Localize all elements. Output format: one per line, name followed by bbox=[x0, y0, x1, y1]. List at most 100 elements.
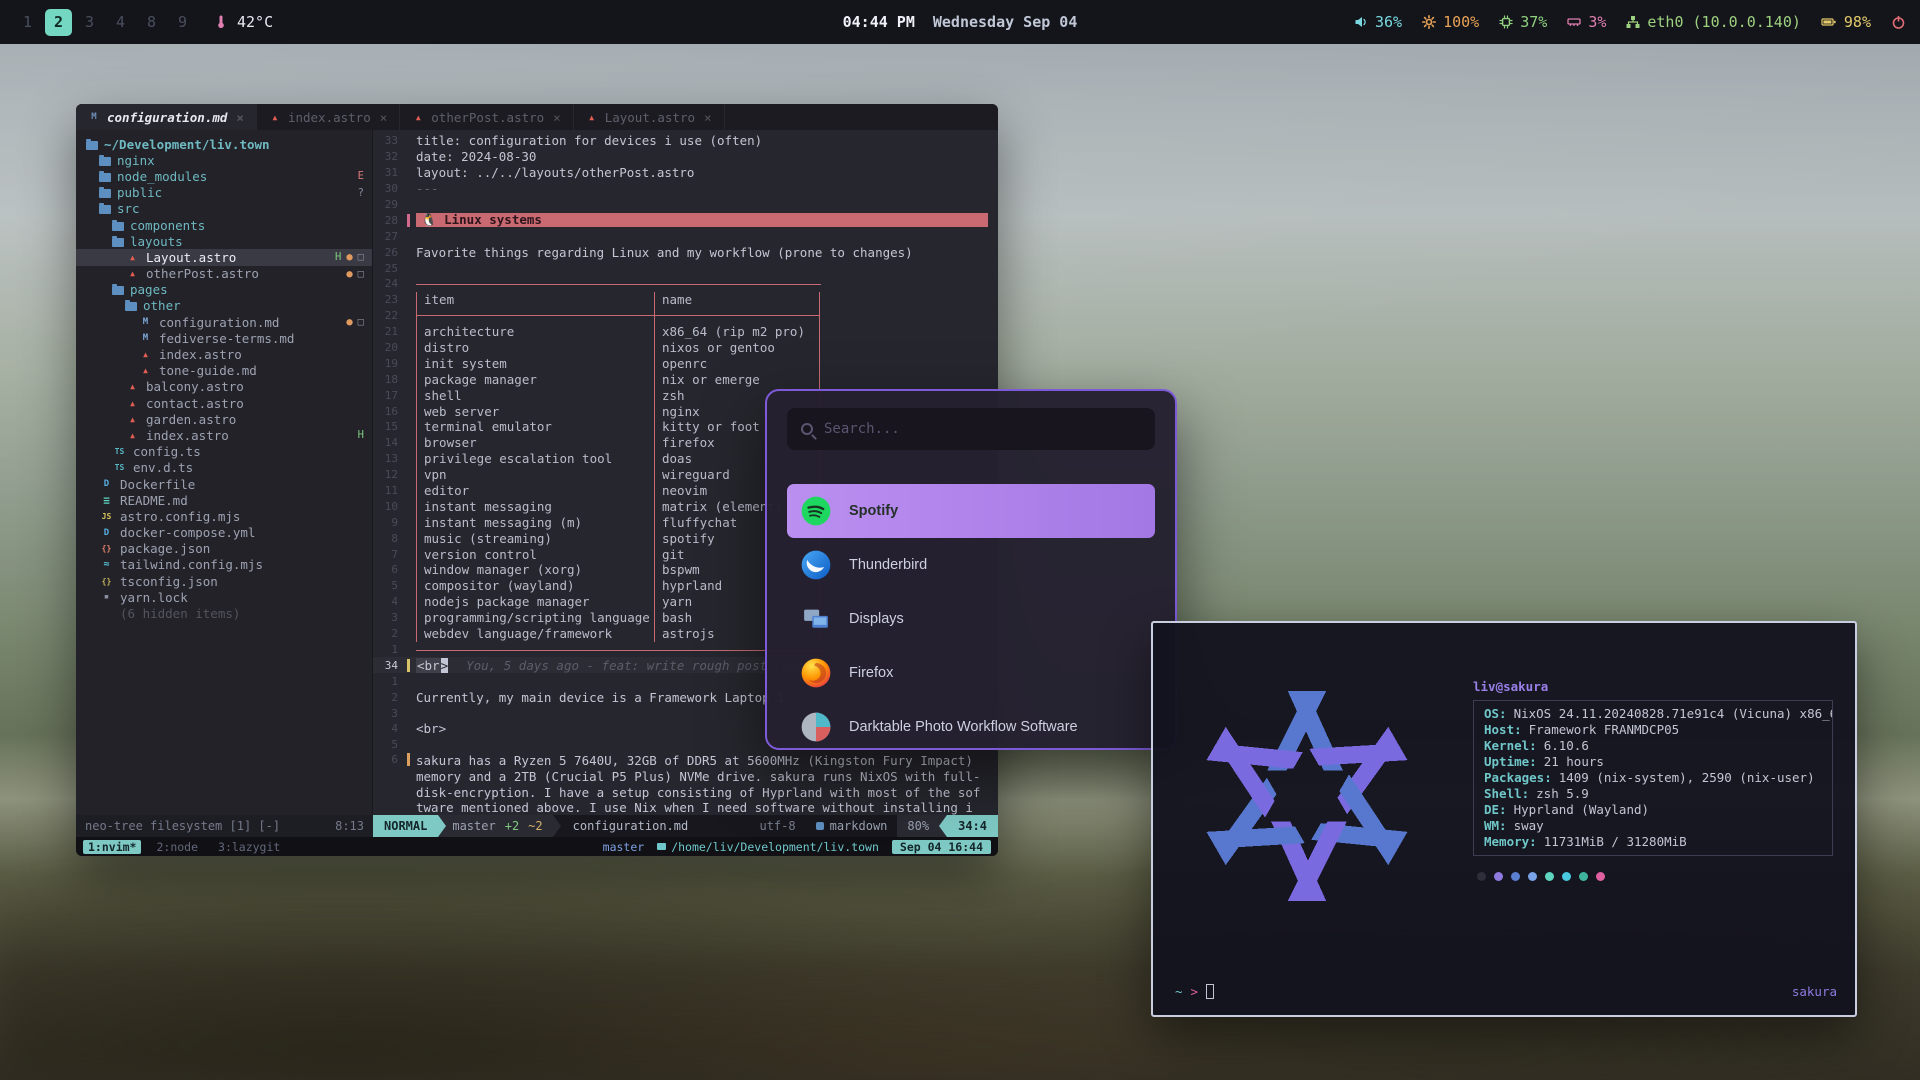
launcher-item-thunderbird[interactable]: Thunderbird bbox=[787, 538, 1155, 592]
tab-close-icon[interactable]: × bbox=[236, 110, 244, 125]
tree-item[interactable]: balcony.astro bbox=[76, 379, 372, 395]
tmux-right: master /home/liv/Development/liv.town Se… bbox=[603, 840, 991, 854]
buffer-line: 25 bbox=[373, 260, 998, 276]
neo-tree-panel[interactable]: ~/Development/liv.town nginx node_module… bbox=[76, 130, 373, 815]
table-cell-item: architecture bbox=[416, 324, 654, 340]
tree-item[interactable]: public ? bbox=[76, 185, 372, 201]
brightness-module[interactable]: 100% bbox=[1422, 13, 1479, 31]
tab-close-icon[interactable]: × bbox=[704, 110, 712, 125]
tree-item[interactable]: contact.astro bbox=[76, 395, 372, 411]
workspace-button[interactable]: 1 bbox=[14, 9, 41, 36]
tree-item[interactable]: otherPost.astro ●□ bbox=[76, 266, 372, 282]
darktable-icon bbox=[801, 712, 831, 742]
tree-item[interactable]: layouts bbox=[76, 233, 372, 249]
tree-item[interactable]: index.astro H bbox=[76, 427, 372, 443]
memory-module[interactable]: 3% bbox=[1567, 13, 1606, 31]
tree-item[interactable]: docker-compose.yml bbox=[76, 525, 372, 541]
tree-item[interactable]: astro.config.mjs bbox=[76, 508, 372, 524]
file-icon bbox=[99, 543, 114, 554]
launcher-item-darktable[interactable]: Darktable Photo Workflow Software bbox=[787, 700, 1155, 750]
workspace-button[interactable]: 8 bbox=[138, 9, 165, 36]
thermometer-icon bbox=[214, 15, 228, 29]
table-cell-item: instant messaging (m) bbox=[416, 514, 654, 530]
line-number: 22 bbox=[373, 309, 407, 322]
tree-item[interactable]: garden.astro bbox=[76, 411, 372, 427]
git-blame-text: You, 5 days ago - feat: write rough post… bbox=[448, 658, 812, 673]
file-icon bbox=[99, 479, 114, 490]
tree-item-label: (6 hidden items) bbox=[120, 606, 240, 621]
git-branch-label: master bbox=[452, 819, 495, 833]
editor-tab[interactable]: Layout.astro × bbox=[574, 104, 725, 130]
battery-module[interactable]: 98% bbox=[1821, 13, 1871, 31]
network-module[interactable]: eth0 (10.0.0.140) bbox=[1626, 13, 1801, 31]
workspace-button[interactable]: 2 bbox=[45, 9, 72, 36]
file-icon bbox=[99, 608, 114, 619]
statusline-right: utf-8 markdown 80% 34:4 bbox=[749, 815, 998, 837]
fastfetch-key: Host: bbox=[1484, 722, 1522, 738]
tree-item[interactable]: yarn.lock bbox=[76, 589, 372, 605]
table-separator-cell bbox=[416, 308, 654, 324]
tree-item[interactable]: README.md bbox=[76, 492, 372, 508]
git-status-badges: H bbox=[358, 429, 364, 441]
tmux-window-tab[interactable]: 3:lazygit bbox=[213, 840, 285, 854]
tree-item-label: configuration.md bbox=[159, 315, 279, 330]
tree-item[interactable]: Layout.astro H●□ bbox=[76, 249, 372, 265]
line-number: 19 bbox=[373, 357, 407, 370]
tree-item[interactable]: tsconfig.json bbox=[76, 573, 372, 589]
tree-item[interactable]: pages bbox=[76, 282, 372, 298]
git-status-badge: ? bbox=[358, 187, 364, 199]
line-number: 11 bbox=[373, 484, 407, 497]
tree-item[interactable]: package.json bbox=[76, 541, 372, 557]
statusline-row: neo-tree filesystem [1] [-] 8:13 NORMAL … bbox=[76, 815, 998, 837]
tree-item[interactable]: node_modules E bbox=[76, 168, 372, 184]
powerline-separator bbox=[438, 815, 446, 837]
tree-item[interactable]: (6 hidden items) bbox=[76, 605, 372, 621]
tree-item[interactable]: env.d.ts bbox=[76, 460, 372, 476]
statusline: NORMAL master +2 ~2 configuration.md utf… bbox=[373, 815, 998, 837]
power-button[interactable] bbox=[1891, 15, 1906, 30]
workspace-button[interactable]: 4 bbox=[107, 9, 134, 36]
editor-tab[interactable]: index.astro × bbox=[257, 104, 400, 130]
launcher-item-spotify[interactable]: Spotify bbox=[787, 484, 1155, 538]
sign-column bbox=[407, 341, 416, 354]
tmux-statusbar: 1:nvim* 2:node 3:lazygit master /home/liv/… bbox=[76, 837, 998, 856]
tree-item[interactable]: fediverse-terms.md bbox=[76, 330, 372, 346]
tree-item[interactable]: config.ts bbox=[76, 444, 372, 460]
launcher-item-firefox[interactable]: Firefox bbox=[787, 646, 1155, 700]
workspace-button[interactable]: 9 bbox=[169, 9, 196, 36]
tab-close-icon[interactable]: × bbox=[380, 110, 388, 125]
tree-item[interactable]: index.astro bbox=[76, 346, 372, 362]
tree-item[interactable]: components bbox=[76, 217, 372, 233]
tree-item[interactable]: nginx bbox=[76, 152, 372, 168]
cpu-module[interactable]: 37% bbox=[1499, 13, 1547, 31]
launcher-results: Spotify Thunderbird Displays Firefox Dar… bbox=[787, 484, 1155, 750]
line-number: 6 bbox=[373, 753, 407, 766]
launcher-search[interactable]: Search... bbox=[787, 408, 1155, 450]
tree-item[interactable]: other bbox=[76, 298, 372, 314]
git-status-badges: ●□ bbox=[346, 316, 364, 328]
neo-tree-statusline: neo-tree filesystem [1] [-] 8:13 bbox=[76, 815, 373, 837]
tree-item[interactable]: ~/Development/liv.town bbox=[76, 136, 372, 152]
tmux-window-tab[interactable]: 2:node bbox=[151, 840, 203, 854]
buffer-line: 29 bbox=[373, 197, 998, 213]
tree-item[interactable]: tone-guide.md bbox=[76, 363, 372, 379]
terminal-window[interactable]: liv@sakura OS: NixOS 24.11.20240828.71e9… bbox=[1151, 621, 1857, 1017]
fastfetch-key: Kernel: bbox=[1484, 738, 1537, 754]
volume-module[interactable]: 36% bbox=[1354, 13, 1402, 31]
tree-item[interactable]: src bbox=[76, 201, 372, 217]
tmux-window-tab[interactable]: 1:nvim* bbox=[83, 840, 141, 854]
workspace-button[interactable]: 3 bbox=[76, 9, 103, 36]
launcher-item-displays[interactable]: Displays bbox=[787, 592, 1155, 646]
tree-item[interactable]: Dockerfile bbox=[76, 476, 372, 492]
editor-tab[interactable]: configuration.md × bbox=[76, 104, 257, 130]
tree-item[interactable]: tailwind.config.mjs bbox=[76, 557, 372, 573]
editor-tab[interactable]: otherPost.astro × bbox=[400, 104, 573, 130]
sign-column bbox=[407, 198, 416, 211]
sign-column bbox=[407, 293, 416, 306]
terminal-color-palette bbox=[1473, 872, 1833, 881]
tree-item[interactable]: configuration.md ●□ bbox=[76, 314, 372, 330]
tab-label: Layout.astro bbox=[605, 110, 695, 125]
tab-close-icon[interactable]: × bbox=[553, 110, 561, 125]
tree-item-label: layouts bbox=[130, 234, 183, 249]
shell-prompt[interactable]: ~ > bbox=[1175, 984, 1214, 999]
